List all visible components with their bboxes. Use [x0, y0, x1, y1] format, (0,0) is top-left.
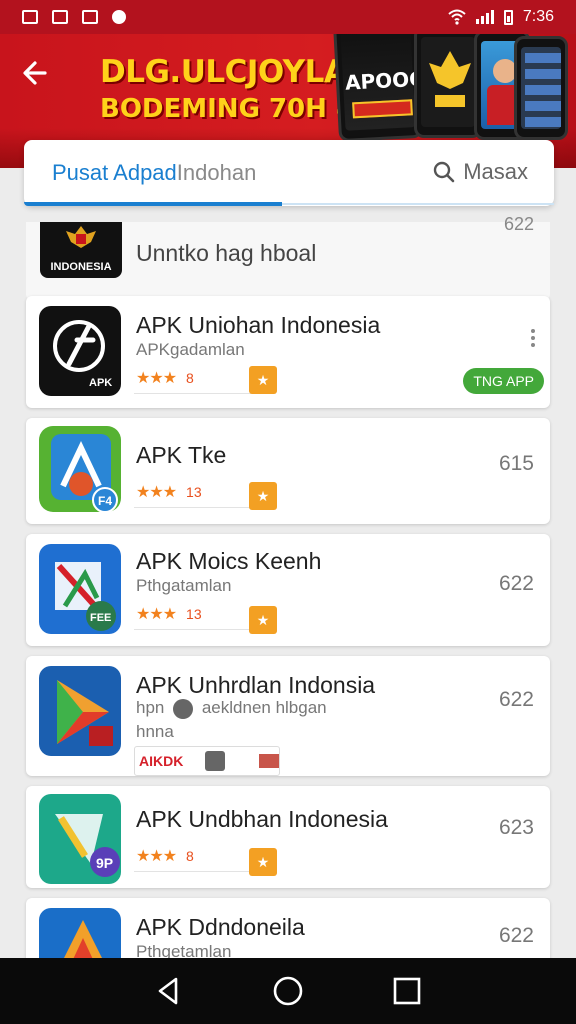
app-notification-icon [112, 10, 126, 24]
banner-phone-label: APOOC [344, 66, 424, 95]
app-name: APK Moics Keenh [136, 548, 322, 574]
list-header-card[interactable]: INDONESIA Unntko hag hboal 622 [26, 214, 550, 300]
list-header-title: Unntko hag hboal [136, 240, 317, 266]
banner-phone-4 [514, 36, 568, 140]
app-subtitle-2: hnna [136, 722, 174, 741]
rating-value: 8 [186, 847, 194, 864]
app-list-item[interactable]: F4 APK Tke ★★★ 13 ★ 615 [26, 418, 550, 524]
banner-phone-2 [414, 34, 482, 138]
rating-value: 13 [186, 605, 202, 622]
indonesia-logo: INDONESIA [40, 222, 122, 278]
svg-text:APK: APK [89, 377, 112, 389]
search-button[interactable]: Masax [433, 159, 528, 185]
tab-active-label: Pusat Adpad [52, 160, 177, 185]
app-list-item[interactable]: APK Unhrdlan Indonsia hpn aekldnen hlbga… [26, 656, 550, 776]
app-subtitle: APKgadamlan [136, 340, 245, 359]
battery-icon [503, 9, 513, 25]
gallery-notification-icon [82, 10, 98, 24]
tab-inactive-label: Indohan [176, 160, 257, 185]
rating-value: 8 [186, 369, 194, 386]
tab-divider [282, 203, 554, 205]
signal-icon [475, 10, 494, 24]
tag-flag-icon [259, 754, 279, 768]
tag-badge-icon [205, 751, 226, 771]
app-number: 622 [498, 572, 534, 595]
verified-badge-icon [173, 698, 194, 719]
image-notification-icon [22, 10, 38, 24]
app-subtitle: Pthgatamlan [136, 576, 232, 595]
navigation-bar [0, 958, 576, 1024]
svg-text:FEE: FEE [90, 612, 111, 624]
list-header-number: 622 [503, 214, 534, 234]
svg-text:9P: 9P [96, 855, 113, 871]
wifi-icon [448, 9, 466, 25]
app-list-item[interactable]: APK APK Uniohan Indonesia APKgadamlan ★★… [26, 296, 550, 408]
svg-text:F4: F4 [98, 494, 112, 508]
app-number: 622 [498, 688, 534, 711]
app-name: APK Undbhan Indonesia [136, 806, 388, 832]
clock: 7:36 [522, 8, 554, 25]
app-name: APK Unhrdlan Indonsia [136, 672, 376, 698]
rating-stars-icon: ★★★ [136, 369, 177, 387]
app-tag-label: AIKDK [139, 753, 184, 769]
app-tags: AIKDK [134, 746, 280, 776]
rating-stars-icon: ★★★ [136, 605, 177, 623]
recents-nav-icon[interactable] [390, 974, 424, 1008]
banner-phone-1: APOOC [332, 34, 424, 143]
app-icon-undbhan: 9P [39, 794, 121, 884]
app-number: 615 [498, 452, 534, 475]
rating-value: 13 [186, 483, 202, 500]
app-icon-uniohan: APK [39, 306, 121, 396]
search-icon [434, 161, 455, 183]
document-notification-icon [52, 10, 68, 24]
app-name: APK Uniohan Indonesia [136, 312, 381, 338]
app-list-item[interactable]: FEE APK Moics Keenh Pthgatamlan ★★★ 13 ★… [26, 534, 550, 646]
app-name: APK Ddndoneila [136, 914, 305, 940]
bookmark-badge-icon[interactable]: ★ [249, 482, 277, 510]
bookmark-badge-icon[interactable]: ★ [249, 848, 277, 876]
status-bar: 7:36 [0, 0, 576, 34]
install-app-button[interactable]: TNG APP [463, 368, 544, 394]
app-icon-unhrdlan [39, 666, 121, 756]
back-nav-icon[interactable] [152, 974, 186, 1008]
app-subtitle: hpn aekldnen hlbgan [136, 698, 327, 719]
search-label: Masax [463, 159, 528, 184]
app-number: 622 [498, 924, 534, 947]
bookmark-badge-icon[interactable]: ★ [249, 606, 277, 634]
app-number: 623 [498, 816, 534, 839]
system-icons: 7:36 [448, 8, 554, 26]
home-nav-icon[interactable] [271, 974, 305, 1008]
notification-icons [22, 10, 126, 24]
more-options-icon[interactable] [528, 326, 538, 354]
app-list-item[interactable]: 9P APK Undbhan Indonesia ★★★ 8 ★ 623 [26, 786, 550, 888]
back-arrow-icon[interactable] [18, 56, 52, 90]
tab-pusat-adpad[interactable]: Pusat AdpadIndohan [52, 160, 256, 186]
garuda-emblem-icon [66, 226, 96, 248]
banner-title: DLG.ULCJOYLAR [100, 54, 371, 90]
app-icon-moics: FEE [39, 544, 121, 634]
rating-stars-icon: ★★★ [136, 847, 177, 865]
app-name: APK Tke [136, 442, 227, 468]
active-tab-indicator [24, 202, 282, 206]
bookmark-badge-icon[interactable]: ★ [249, 366, 277, 394]
rating-stars-icon: ★★★ [136, 483, 177, 501]
banner-subtitle: BODEMING 70H 4 [100, 94, 355, 124]
app-icon-tke: F4 [39, 426, 121, 516]
tab-bar: Pusat AdpadIndohan Masax [24, 140, 554, 206]
